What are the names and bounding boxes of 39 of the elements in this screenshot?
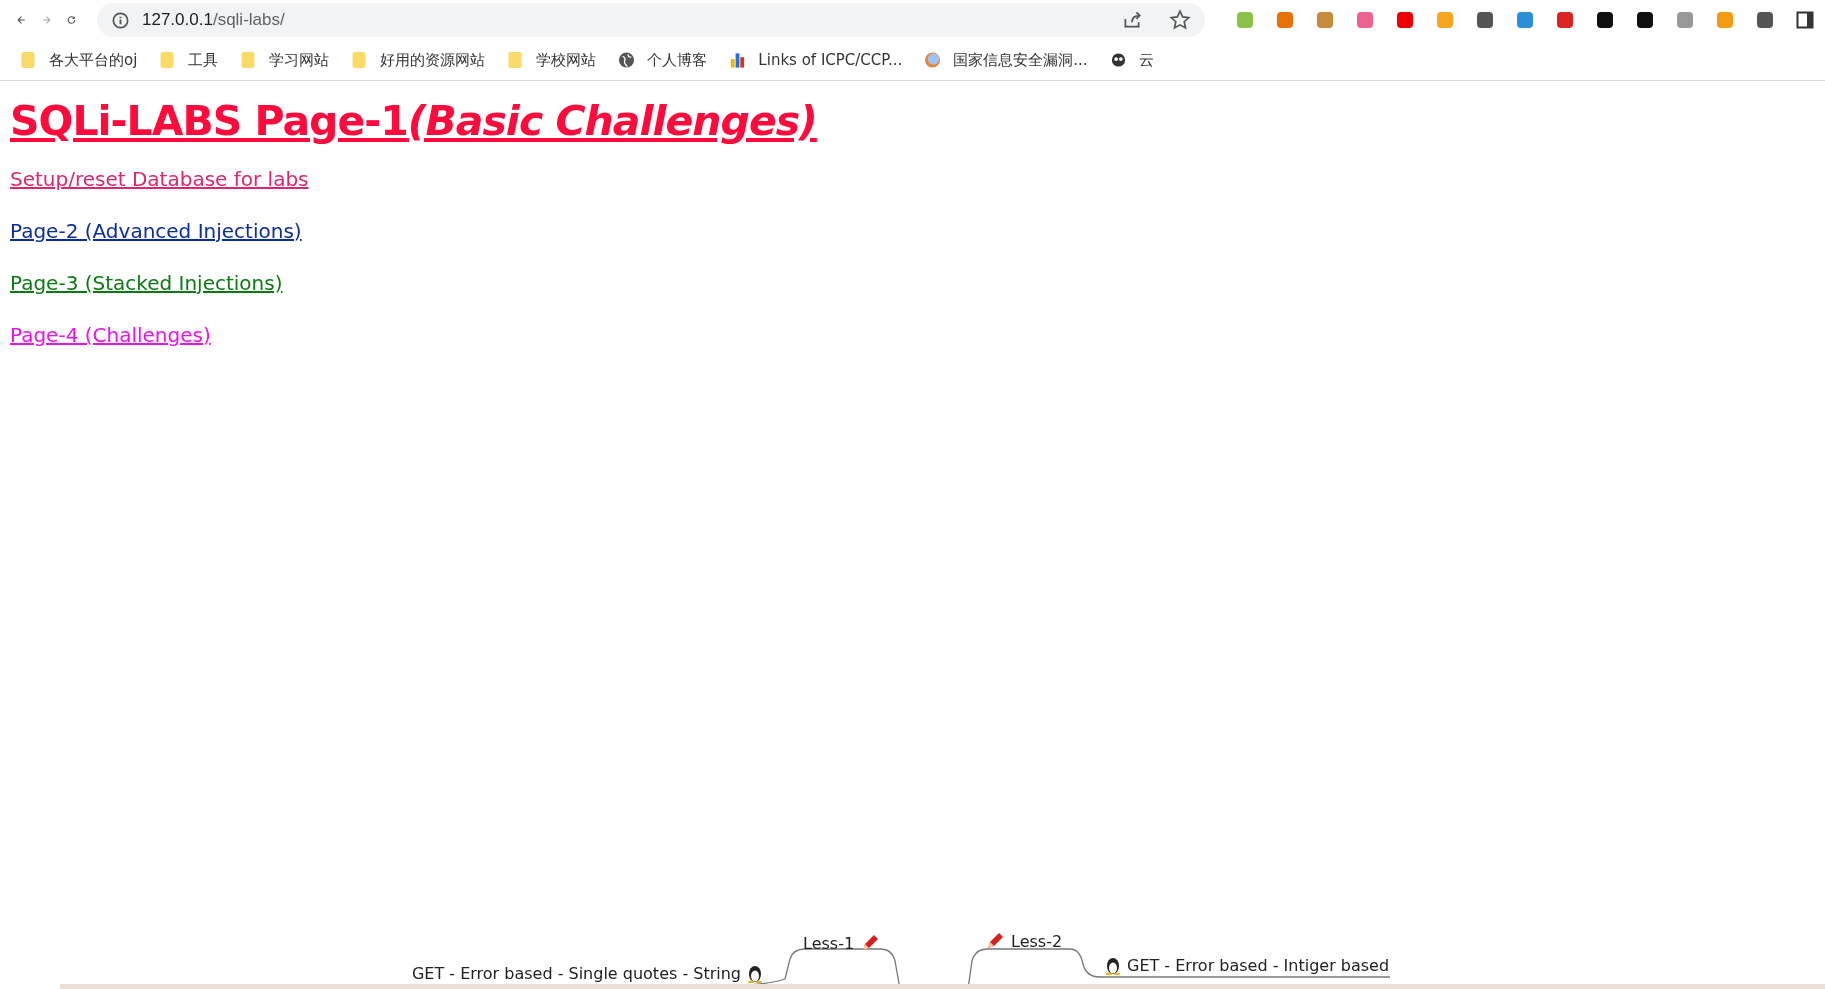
folder-icon <box>240 51 258 69</box>
bookmark-item[interactable]: 国家信息安全漏洞... <box>924 50 1088 70</box>
sidebar-icon[interactable] <box>1795 10 1815 30</box>
folder-icon <box>159 51 177 69</box>
address-bar[interactable]: 127.0.0.1/sqli-labs/ <box>97 3 1205 37</box>
folder-icon <box>351 51 369 69</box>
pencil-icon <box>860 933 881 953</box>
page-link[interactable]: Page-4 (Challenges) <box>10 323 211 347</box>
globe-icon <box>618 51 636 69</box>
pencil-icon <box>985 931 1005 951</box>
bookmark-item[interactable]: 好用的资源网站 <box>351 50 486 70</box>
bookmark-item[interactable]: 学校网站 <box>507 50 597 70</box>
mascot-icon <box>1109 51 1127 69</box>
lesson-name[interactable]: Less-2 <box>1011 931 1063 951</box>
bookmark-item[interactable]: 学习网站 <box>240 50 330 70</box>
penguin-icon <box>1105 955 1121 975</box>
globe-icon <box>924 51 942 69</box>
penguin-icon <box>747 963 763 983</box>
extension-icon[interactable] <box>1755 10 1775 30</box>
lesson-description: GET - Error based - Intiger based <box>1127 955 1390 975</box>
extension-icon[interactable] <box>1475 10 1495 30</box>
extension-icon[interactable] <box>1595 10 1615 30</box>
bookmark-item[interactable]: 各大平台的oj <box>20 50 138 70</box>
bookmark-item[interactable]: 云 <box>1109 50 1154 70</box>
bookmark-item[interactable]: 工具 <box>159 50 219 70</box>
bookmark-item[interactable]: 个人博客 <box>618 50 708 70</box>
extension-icon[interactable] <box>1635 10 1655 30</box>
folder-icon <box>507 51 525 69</box>
page-title-link[interactable]: SQLi-LABS Page-1(Basic Challenges) <box>10 97 817 145</box>
bar-chart-icon <box>729 51 747 69</box>
folder-icon <box>20 51 37 69</box>
lesson-description: GET - Error based - Single quotes - String <box>411 963 741 983</box>
page-link[interactable]: Setup/reset Database for labs <box>10 167 309 191</box>
info-icon[interactable] <box>111 10 130 30</box>
page-link[interactable]: Page-2 (Advanced Injections) <box>10 219 302 243</box>
page-link[interactable]: Page-3 (Stacked Injections) <box>10 271 283 295</box>
lesson-name[interactable]: Less-1 <box>803 933 855 953</box>
bookmark-item[interactable]: Links of ICPC/CCP... <box>729 51 903 69</box>
star-icon[interactable] <box>1169 9 1191 31</box>
